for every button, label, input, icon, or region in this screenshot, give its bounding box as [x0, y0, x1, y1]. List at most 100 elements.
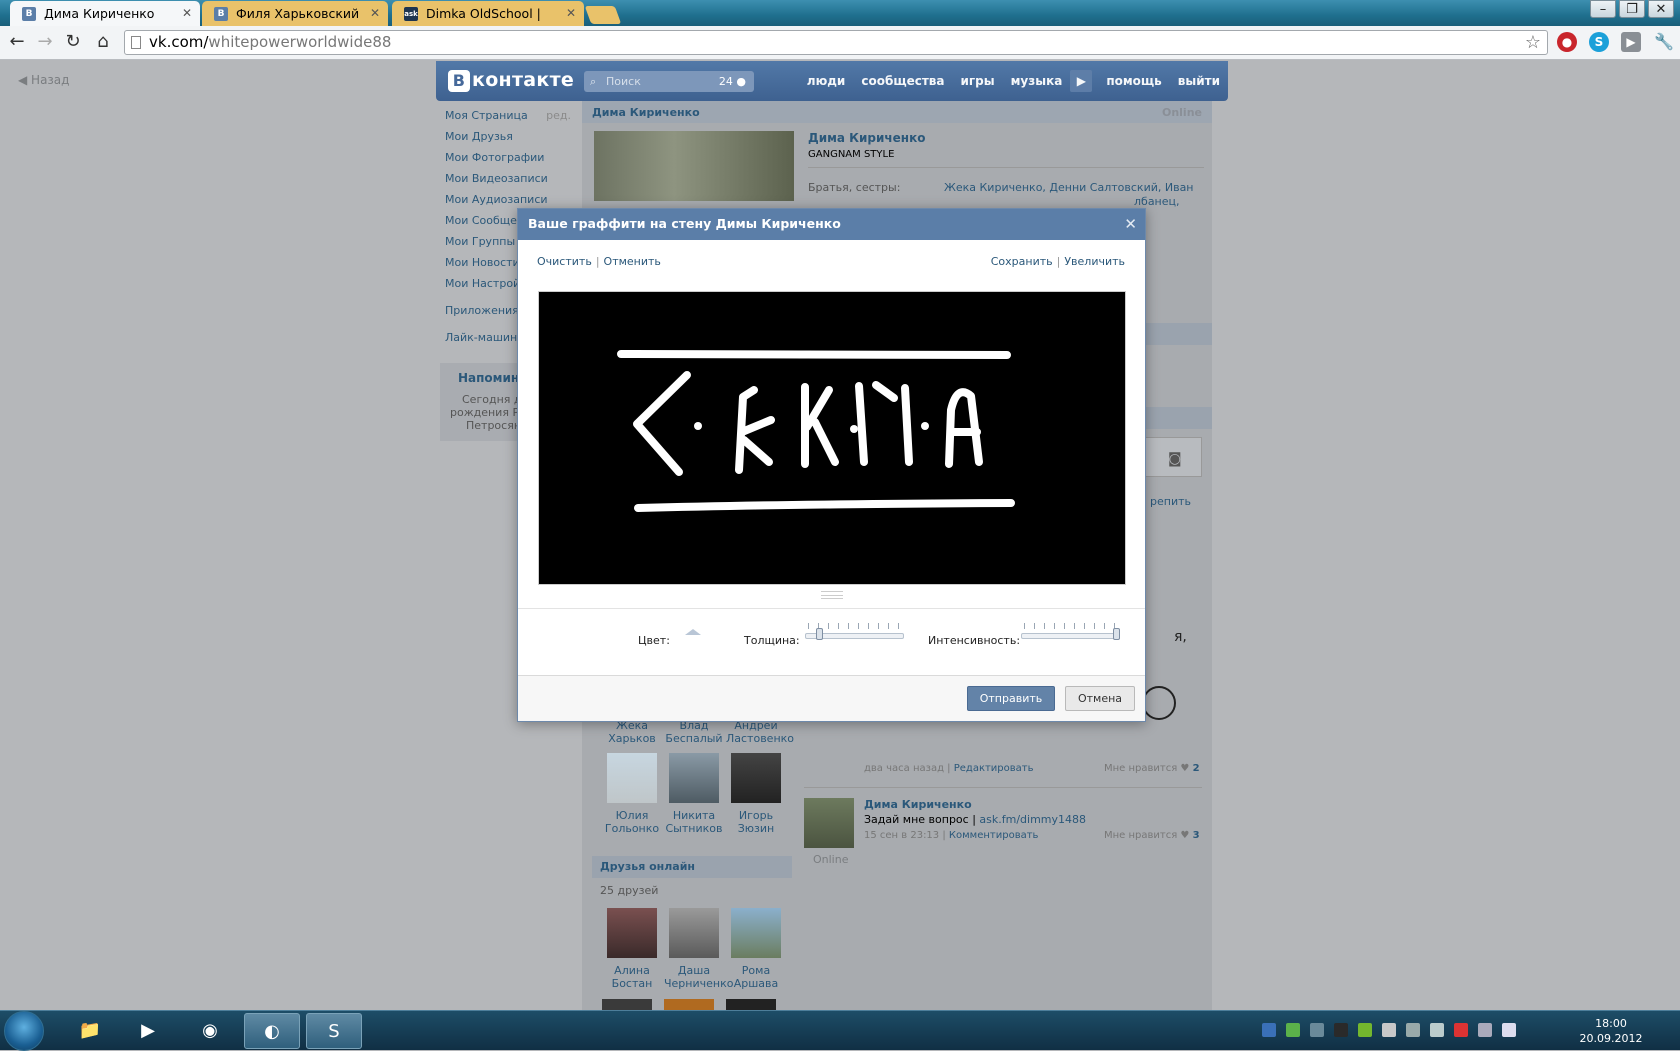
volume-icon[interactable] [1502, 1023, 1516, 1037]
skype-extension-icon[interactable]: S [1589, 32, 1609, 52]
keyboard-icon[interactable] [1430, 1023, 1444, 1037]
search-input[interactable]: ⌕ Поиск 24 ● [584, 71, 754, 92]
tab-filya[interactable]: В Филя Харьковский ✕ [202, 1, 388, 26]
nav-music[interactable]: музыка [1003, 61, 1071, 101]
friends-online-count: 25 друзей [600, 884, 659, 897]
nvidia-icon[interactable] [1358, 1023, 1372, 1037]
edit-link[interactable]: Редактировать [954, 763, 1034, 774]
explorer-icon[interactable]: 📁 [62, 1013, 118, 1049]
skype-icon[interactable]: S [306, 1013, 362, 1049]
friend-item[interactable]: Влад Беспалый [664, 719, 724, 745]
friend-item[interactable]: Никита Сытников [664, 753, 724, 835]
media-player-icon[interactable]: ▶ [120, 1013, 176, 1049]
vk-logo-mark: В [448, 70, 470, 92]
home-icon[interactable]: ⌂ [92, 31, 114, 52]
askfm-link[interactable]: ask.fm/dimmy1488 [979, 813, 1086, 826]
friend-item[interactable]: Алина Бостан [602, 908, 662, 990]
profile-status[interactable]: GANGNAM STYLE [808, 149, 894, 160]
back-link[interactable]: ◀ Назад [18, 73, 69, 87]
tray-icon[interactable] [1310, 1023, 1324, 1037]
vk-header: Вконтакте ⌕ Поиск 24 ● люди сообщества и… [436, 61, 1228, 101]
play-icon[interactable]: ▶ [1070, 70, 1093, 92]
comment-link[interactable]: Комментировать [949, 830, 1039, 841]
back-arrow-icon[interactable]: ← [6, 31, 28, 52]
browser-tab-strip: В Дима Кириченко ✕ В Филя Харьковский ✕ … [0, 0, 1680, 46]
siblings-value[interactable]: Жека Кириченко, Денни Салтовский, Иван лб… [944, 181, 1194, 209]
camera-icon[interactable]: ◙ [1168, 451, 1182, 467]
tray-icon[interactable] [1382, 1023, 1396, 1037]
menu-my-page[interactable]: Моя Страница ред. [441, 105, 581, 126]
like-button[interactable]: Мне нравится ♥ 3 [1104, 830, 1200, 841]
like-button[interactable]: Мне нравится ♥ 2 [1104, 763, 1200, 774]
clear-button[interactable]: Очистить [537, 255, 592, 268]
reload-icon[interactable]: ↻ [62, 31, 84, 52]
friend-item[interactable]: Игорь Зюзин [726, 753, 786, 835]
clock[interactable]: 18:00 20.09.2012 [1576, 1016, 1646, 1046]
friend-item[interactable]: Андрей Ластовенко [726, 719, 794, 745]
graffiti-canvas[interactable] [538, 291, 1126, 585]
tab-dima[interactable]: В Дима Кириченко ✕ [10, 1, 200, 26]
nav-logout[interactable]: выйти [1170, 61, 1228, 101]
attach-link[interactable]: репить [1150, 495, 1191, 508]
friend-item[interactable]: Юлия Гольонко [602, 753, 662, 835]
chrome-icon[interactable]: ◉ [182, 1013, 238, 1049]
send-button[interactable]: Отправить [967, 686, 1055, 711]
color-picker[interactable] [685, 629, 701, 635]
new-tab-button[interactable] [584, 6, 622, 24]
menu-edit-link[interactable]: ред. [546, 105, 571, 126]
menu-my-friends[interactable]: Мои Друзья [441, 126, 581, 147]
save-button[interactable]: Сохранить [991, 255, 1053, 268]
browser-taskbar-icon[interactable]: ◐ [244, 1013, 300, 1049]
adblock-icon[interactable]: ● [1557, 32, 1577, 52]
cancel-button[interactable]: Отмена [1065, 686, 1135, 711]
bookmark-star-icon[interactable]: ☆ [1525, 31, 1541, 54]
start-button[interactable] [4, 1011, 44, 1051]
canvas-resize-handle[interactable] [821, 591, 843, 599]
close-icon[interactable]: ✕ [370, 1, 380, 26]
address-bar[interactable]: vk.com/whitepowerworldwide88 ☆ [124, 30, 1548, 55]
vk-page: ◀ Назад Вконтакте ⌕ Поиск 24 ● люди сооб… [0, 61, 1680, 1010]
tab-askfm[interactable]: ask Dimka OldSchool | ask.fm/ ✕ [392, 1, 584, 46]
friend-item[interactable]: Даша Черниченко [664, 908, 733, 990]
top-nav: люди сообщества игры музыка ▶ помощь вый… [799, 61, 1228, 101]
friend-item[interactable]: Жека Харьков [602, 719, 662, 745]
minimize-icon[interactable]: – [1590, 0, 1616, 18]
reminder-line: Петросян [466, 419, 522, 432]
close-icon[interactable]: ✕ [1124, 209, 1137, 239]
tray-icon[interactable] [1286, 1023, 1300, 1037]
flag-icon[interactable] [1454, 1023, 1468, 1037]
graffiti-stroke-t [855, 381, 913, 466]
graffiti-right-tools: Сохранить | Увеличить [990, 255, 1125, 268]
zoom-button[interactable]: Увеличить [1064, 255, 1125, 268]
post-author-avatar[interactable] [804, 798, 854, 848]
forward-arrow-icon[interactable]: → [34, 31, 56, 52]
menu-my-photos[interactable]: Мои Фотографии [441, 147, 581, 168]
nav-people[interactable]: люди [799, 61, 854, 101]
undo-button[interactable]: Отменить [604, 255, 661, 268]
close-icon[interactable]: ✕ [566, 1, 576, 26]
thickness-slider-handle[interactable] [816, 628, 824, 640]
media-extension-icon[interactable]: ▶ [1621, 32, 1641, 52]
close-icon[interactable]: ✕ [182, 1, 192, 26]
post-author-name[interactable]: Дима Кириченко [864, 798, 972, 811]
intensity-slider-handle[interactable] [1113, 628, 1120, 640]
menu-my-videos[interactable]: Мои Видеозаписи [441, 168, 581, 189]
nav-help[interactable]: помощь [1098, 61, 1169, 101]
menu-my-audio[interactable]: Мои Аудиозаписи [441, 189, 581, 210]
vk-logo[interactable]: Вконтакте [448, 69, 574, 92]
tray-icon[interactable] [1406, 1023, 1420, 1037]
nav-communities[interactable]: сообщества [853, 61, 952, 101]
steam-icon[interactable] [1334, 1023, 1348, 1037]
friend-item[interactable]: Рома Аршава [726, 908, 786, 990]
friends-online-header[interactable]: Друзья онлайн [592, 856, 792, 878]
wrench-icon[interactable]: 🔧 [1654, 32, 1674, 52]
siblings-label: Братья, сестры: [808, 181, 901, 194]
profile-avatar[interactable] [594, 131, 794, 201]
tray-icon[interactable] [1262, 1023, 1276, 1037]
intensity-slider[interactable] [1021, 633, 1120, 639]
dialog-footer: Отправить Отмена [518, 675, 1145, 721]
maximize-icon[interactable]: ❐ [1619, 0, 1645, 18]
nav-games[interactable]: игры [953, 61, 1003, 101]
window-close-icon[interactable]: ✕ [1648, 0, 1674, 18]
network-icon[interactable] [1478, 1023, 1492, 1037]
